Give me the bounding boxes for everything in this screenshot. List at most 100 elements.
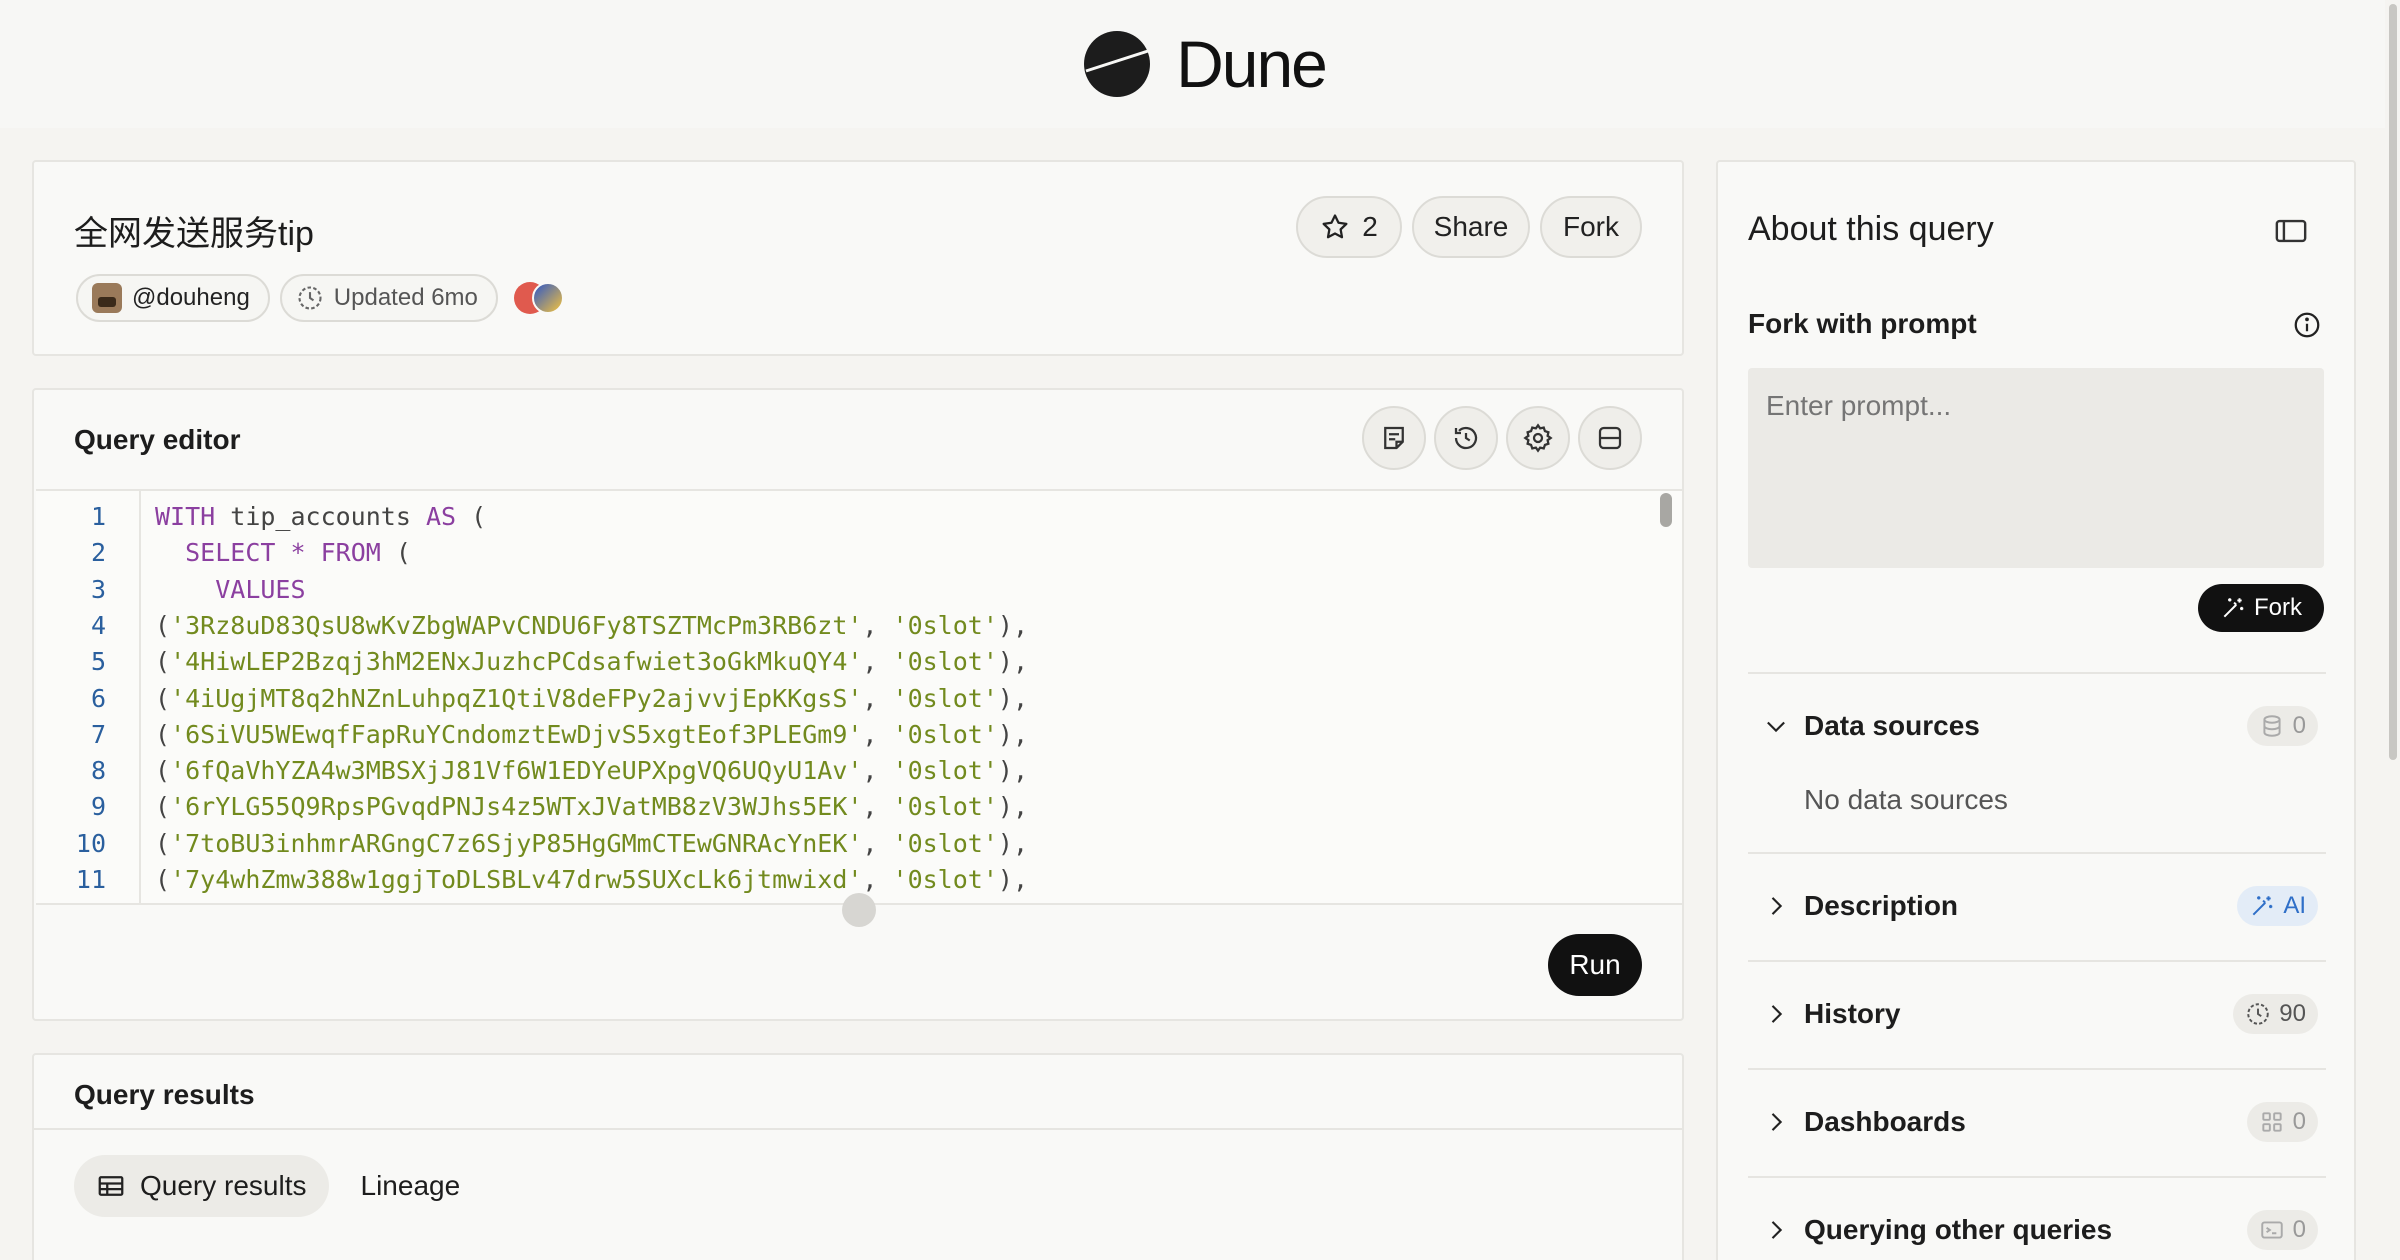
sql-keyword: SELECT xyxy=(185,538,276,568)
query-editor-title: Query editor xyxy=(74,424,241,455)
sql-keyword: FROM xyxy=(320,538,381,568)
section-label: Description xyxy=(1804,890,1959,921)
editor-resize-handle[interactable] xyxy=(842,893,876,927)
code-text: VALUES xyxy=(155,572,305,608)
line-number: 5 xyxy=(90,647,106,677)
brand-name: Dune xyxy=(1176,27,1328,101)
section-data-sources[interactable]: Data sources 0 xyxy=(1748,672,2326,778)
sql-text: , xyxy=(862,719,893,749)
share-button[interactable]: Share xyxy=(1412,196,1530,258)
section-querying-other-queries[interactable]: Querying other queries 0 xyxy=(1748,1176,2326,1260)
line-number: 3 xyxy=(90,574,106,604)
code-text: WITH tip_accounts AS ( xyxy=(155,499,486,535)
run-button[interactable]: Run xyxy=(1548,934,1642,996)
fork-button[interactable]: Fork xyxy=(1540,196,1642,258)
sql-text: ), xyxy=(997,647,1028,677)
magic-wand-icon xyxy=(2223,598,2244,618)
prompt-input[interactable] xyxy=(1748,368,2324,568)
sql-string: '0slot' xyxy=(892,828,998,858)
database-icon xyxy=(2263,715,2281,737)
chevron-right-icon xyxy=(1748,1000,1804,1028)
code-text: ('4iUgjMT8q2hNZnLuhpqZ1QtiV8deFPy2ajvvjE… xyxy=(155,681,1028,717)
gear-icon xyxy=(1523,423,1553,453)
sql-string: '7toBU3inhmrARGngC7z6SjyP85HgGMmCTEwGNRA… xyxy=(170,828,863,858)
notes-button[interactable] xyxy=(1362,406,1426,470)
section-label: Querying other queries xyxy=(1804,1214,2113,1245)
chevron-right-icon xyxy=(1748,1108,1804,1136)
code-line: 11 ('7y4whZmw388w1ggjToDLSBLv47drw5SUXcLk… xyxy=(36,862,1636,898)
query-title: 全网发送服务tip xyxy=(74,215,314,253)
notes-icon xyxy=(1384,426,1404,450)
sql-text: ), xyxy=(997,610,1028,640)
dashboard-grid-icon xyxy=(2261,1112,2282,1132)
code-line: 9 ('6rYLG55Q9RpsPGvqdPNJs4z5WTxJVatMB8zV3… xyxy=(36,789,1636,825)
sql-text: ( xyxy=(155,828,171,858)
code-line: 6 ('4iUgjMT8q2hNZnLuhpqZ1QtiV8deFPy2ajvvj… xyxy=(36,681,1636,717)
code-text: ('7y4whZmw388w1ggjToDLSBLv47drw5SUXcLk6j… xyxy=(155,862,1028,898)
history-button[interactable] xyxy=(1434,406,1498,470)
sql-text: ( xyxy=(155,610,171,640)
query-header-card: 全网发送服务tip @douheng Updated 6mo 2 Share F xyxy=(32,160,1684,356)
dune-logo-icon xyxy=(1084,31,1151,97)
line-number: 1 xyxy=(90,502,106,531)
code-line: 1 WITH tip_accounts AS ( xyxy=(36,499,1636,535)
sql-text: , xyxy=(862,647,893,677)
code-line: 5 ('4HiwLEP2Bzqj3hM2ENxJuzhcPCdsafwiet3oG… xyxy=(36,644,1636,680)
line-number: 2 xyxy=(90,538,106,568)
no-data-sources-text: No data sources xyxy=(1804,784,2008,815)
line-number: 11 xyxy=(75,865,106,894)
panel-toggle-button[interactable] xyxy=(2274,216,2310,246)
split-layout-icon xyxy=(1598,426,1622,450)
line-number: 10 xyxy=(75,828,106,858)
count-badge: 0 xyxy=(2246,1102,2318,1142)
section-label: History xyxy=(1804,998,1901,1029)
star-button[interactable]: 2 xyxy=(1296,196,1402,258)
fork-with-prompt-button[interactable]: Fork xyxy=(2198,584,2324,632)
sql-text: , xyxy=(862,756,893,786)
code-line: 2 SELECT * FROM ( xyxy=(36,535,1636,571)
fork-with-prompt-title: Fork with prompt xyxy=(1748,308,1977,339)
sql-text: ), xyxy=(997,792,1028,822)
code-line: 10 ('7toBU3inhmrARGngC7z6SjyP85HgGMmCTEwG… xyxy=(36,826,1636,862)
page-scrollbar-thumb[interactable] xyxy=(2389,4,2397,760)
section-dashboards[interactable]: Dashboards 0 xyxy=(1748,1068,2326,1174)
code-line: 3 VALUES xyxy=(36,572,1636,608)
sql-text: ), xyxy=(997,828,1028,858)
sql-string: '6SiVU5WEwqfFapRuYCndomztEwDjvS5xgtEof3P… xyxy=(170,719,863,749)
page-scrollbar[interactable] xyxy=(2385,0,2400,1260)
editor-scrollbar-thumb[interactable] xyxy=(1660,493,1672,527)
info-icon xyxy=(2294,312,2320,338)
sql-text: , xyxy=(862,865,893,894)
sidebar-toggle-icon xyxy=(2275,219,2307,243)
brand[interactable]: Dune xyxy=(1084,26,1328,102)
section-history[interactable]: History 90 xyxy=(1748,960,2326,1066)
section-description[interactable]: Description AI xyxy=(1748,852,2326,958)
author-chip[interactable]: @douheng xyxy=(76,274,270,322)
query-results-card: Query results Query results Lineage xyxy=(32,1053,1684,1260)
code-text: ('4HiwLEP2Bzqj3hM2ENxJuzhcPCdsafwiet3oGk… xyxy=(155,644,1028,680)
settings-button[interactable] xyxy=(1506,406,1570,470)
sql-string: '0slot' xyxy=(892,756,998,786)
code-editor[interactable]: 1 WITH tip_accounts AS (2 SELECT * FROM (… xyxy=(36,489,1682,905)
sql-string: '6fQaVhYZA4w3MBSXjJ81Vf6W1EDYeUPXpgVQ6UQ… xyxy=(170,756,863,786)
query-editor-card: Query editor 1 WITH tip_accounts AS ( 2 S… xyxy=(32,388,1684,1021)
sql-text: ( xyxy=(155,719,171,749)
sql-text: ( xyxy=(155,792,171,822)
star-icon xyxy=(1322,214,1348,239)
count-badge: 0 xyxy=(2246,706,2318,746)
info-button[interactable] xyxy=(2292,310,2322,340)
tab-query-results-label: Query results xyxy=(140,1170,307,1201)
chevron-right-icon xyxy=(1748,892,1804,920)
tab-query-results[interactable]: Query results xyxy=(74,1155,329,1217)
code-text: ('6rYLG55Q9RpsPGvqdPNJs4z5WTxJVatMB8zV3W… xyxy=(155,789,1028,825)
table-icon xyxy=(98,1176,124,1196)
sql-text: , xyxy=(862,792,893,822)
collaborator-avatars[interactable] xyxy=(512,280,568,316)
tab-lineage[interactable]: Lineage xyxy=(339,1155,483,1217)
code-text: SELECT * FROM ( xyxy=(155,535,411,571)
layout-toggle-button[interactable] xyxy=(1578,406,1642,470)
